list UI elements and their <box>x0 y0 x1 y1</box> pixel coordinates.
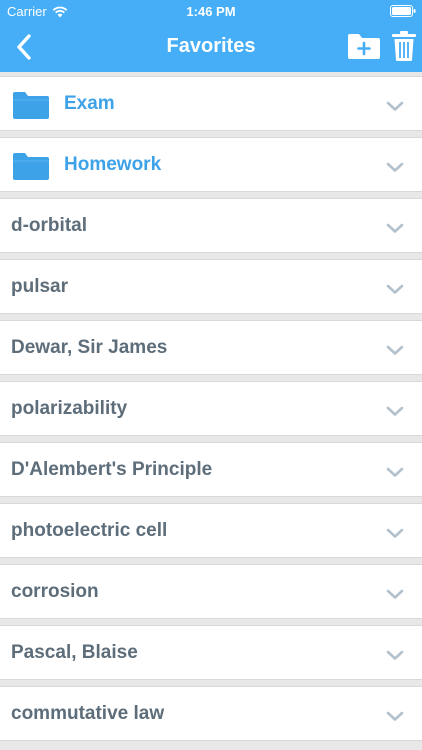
battery-icon <box>390 5 416 17</box>
new-folder-icon[interactable] <box>347 31 381 61</box>
chevron-down-icon[interactable] <box>386 343 404 355</box>
folder-icon <box>13 152 49 180</box>
item-label: Dewar, Sir James <box>11 337 168 358</box>
item-label: Pascal, Blaise <box>11 642 138 663</box>
folder-icon <box>13 91 49 119</box>
item-label: polarizability <box>11 398 128 419</box>
chevron-down-icon[interactable] <box>386 465 404 477</box>
list-item[interactable]: D'Alembert's Principle <box>0 442 422 497</box>
chevron-down-icon[interactable] <box>386 709 404 721</box>
status-bar: Carrier 1:46 PM <box>0 0 422 22</box>
list-item[interactable]: Pascal, Blaise <box>0 625 422 680</box>
item-label: corrosion <box>11 581 99 602</box>
list-item[interactable]: corrosion <box>0 564 422 619</box>
chevron-down-icon[interactable] <box>386 526 404 538</box>
item-label: pulsar <box>11 276 69 297</box>
folder-label: Homework <box>64 154 162 175</box>
item-label: photoelectric cell <box>11 520 168 541</box>
list-item[interactable]: Dewar, Sir James <box>0 320 422 375</box>
status-time: 1:46 PM <box>186 4 236 19</box>
item-label: d-orbital <box>11 215 87 236</box>
trash-icon[interactable] <box>391 30 417 62</box>
item-label: D'Alembert's Principle <box>11 459 213 480</box>
folder-row[interactable]: Homework <box>0 137 422 192</box>
folder-label: Exam <box>64 93 115 114</box>
chevron-down-icon[interactable] <box>386 648 404 660</box>
list-item[interactable]: d-orbital <box>0 198 422 253</box>
list-item[interactable]: photoelectric cell <box>0 503 422 558</box>
chevron-down-icon[interactable] <box>386 221 404 233</box>
chevron-down-icon[interactable] <box>386 99 404 111</box>
list-item[interactable]: polarizability <box>0 381 422 436</box>
chevron-down-icon[interactable] <box>386 160 404 172</box>
list-item[interactable]: commutative law <box>0 686 422 741</box>
list-item[interactable]: pulsar <box>0 259 422 314</box>
item-label: commutative law <box>11 703 165 724</box>
chevron-down-icon[interactable] <box>386 404 404 416</box>
nav-bar: Favorites <box>0 22 422 72</box>
chevron-down-icon[interactable] <box>386 587 404 599</box>
folder-row[interactable]: Exam <box>0 76 422 131</box>
chevron-down-icon[interactable] <box>386 282 404 294</box>
